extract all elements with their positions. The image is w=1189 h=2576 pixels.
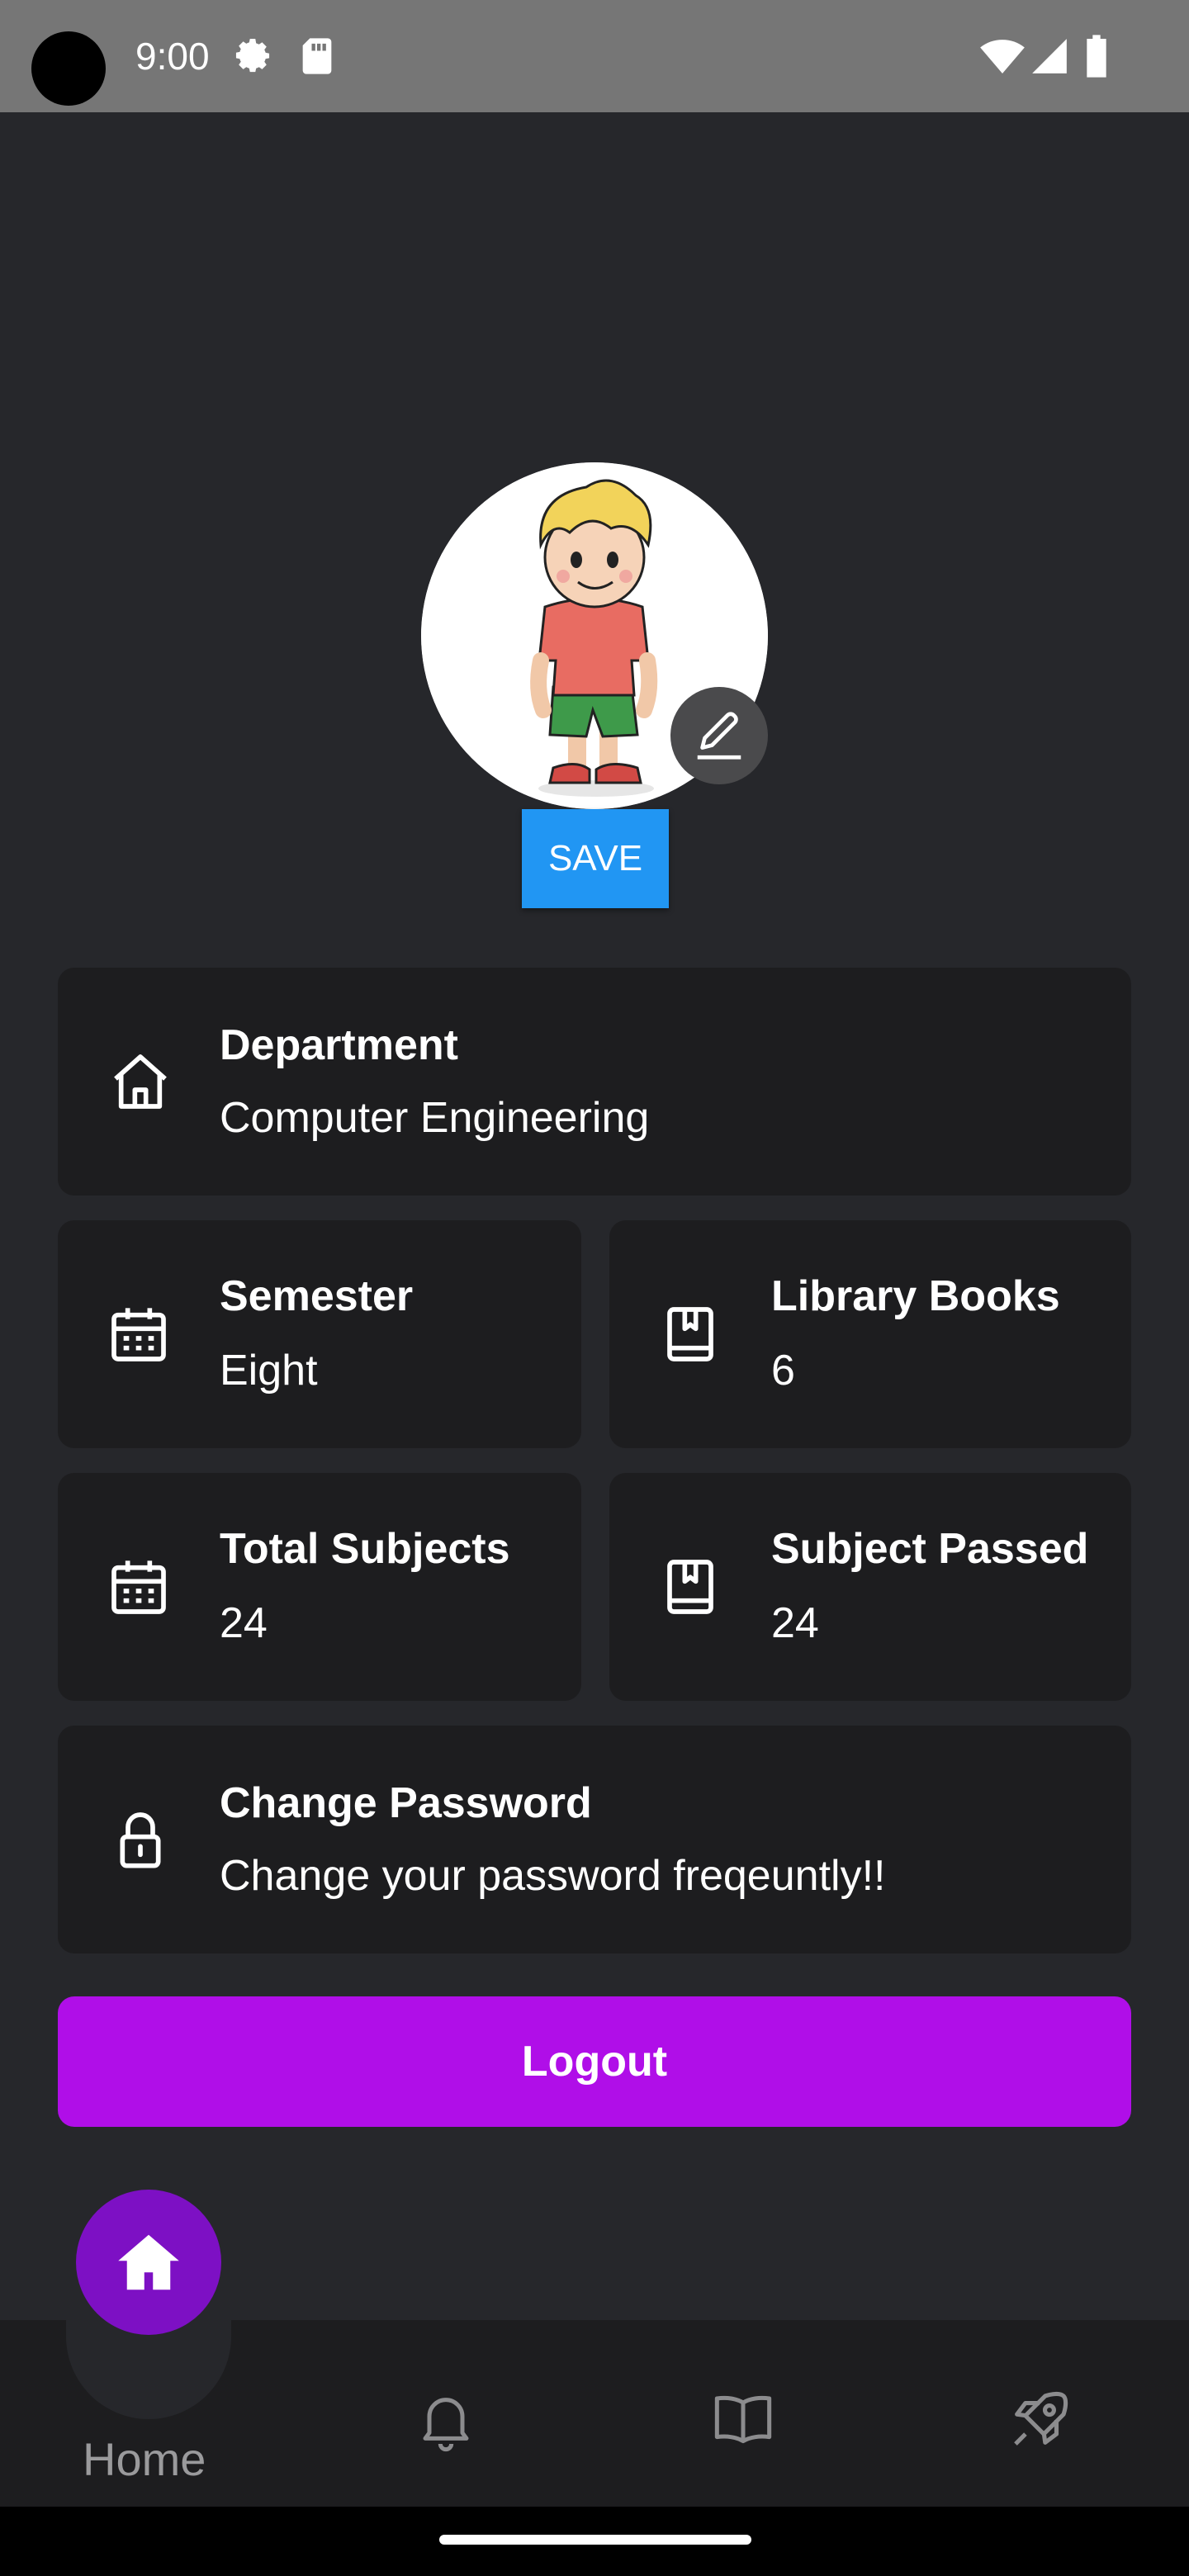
calendar-icon [111, 1560, 166, 1614]
card-library-books: Library Books 6 [609, 1220, 1131, 1448]
card-department-title: Department [220, 1021, 458, 1069]
nav-home-button[interactable] [76, 2190, 221, 2335]
battery-icon [1083, 33, 1110, 83]
lock-icon [120, 1812, 161, 1868]
card-change-password-title: Change Password [220, 1779, 592, 1827]
card-change-password-value: Change your password freqeuntly!! [220, 1852, 886, 1900]
status-bar: 9:00 [0, 0, 1189, 112]
card-total-subjects-title: Total Subjects [220, 1525, 510, 1573]
settings-gear-icon [230, 33, 276, 83]
home-outline-icon [114, 1054, 167, 1109]
pencil-icon [697, 712, 741, 760]
gesture-handle[interactable] [439, 2535, 751, 2545]
edit-avatar-button[interactable] [670, 687, 768, 784]
card-total-subjects: Total Subjects 24 [58, 1473, 581, 1701]
card-department: Department Computer Engineering [58, 968, 1131, 1196]
nav-home-label[interactable]: Home [83, 2432, 206, 2486]
open-book-icon[interactable] [707, 2386, 779, 2456]
save-button[interactable]: SAVE [522, 809, 669, 908]
home-icon [118, 2234, 179, 2290]
card-semester: Semester Eight [58, 1220, 581, 1448]
bell-icon[interactable] [413, 2386, 479, 2456]
logout-button[interactable]: Logout [58, 1996, 1131, 2127]
calendar-icon [111, 1308, 166, 1361]
signal-icon [1029, 33, 1070, 83]
card-library-books-title: Library Books [771, 1272, 1060, 1320]
book-icon [667, 1560, 713, 1614]
card-semester-title: Semester [220, 1272, 414, 1320]
card-department-value: Computer Engineering [220, 1094, 650, 1142]
wifi-icon [978, 33, 1027, 83]
sd-card-icon [296, 33, 339, 83]
status-time: 9:00 [135, 35, 210, 78]
card-semester-value: Eight [220, 1347, 318, 1395]
rocket-icon[interactable] [1006, 2386, 1073, 2458]
card-change-password[interactable]: Change Password Change your password fre… [58, 1726, 1131, 1953]
card-subject-passed-value: 24 [771, 1599, 819, 1647]
card-subject-passed: Subject Passed 24 [609, 1473, 1131, 1701]
card-library-books-value: 6 [771, 1347, 795, 1395]
book-icon [667, 1307, 713, 1361]
card-total-subjects-value: 24 [220, 1599, 268, 1647]
camera-cutout [31, 31, 106, 106]
card-subject-passed-title: Subject Passed [771, 1525, 1089, 1573]
